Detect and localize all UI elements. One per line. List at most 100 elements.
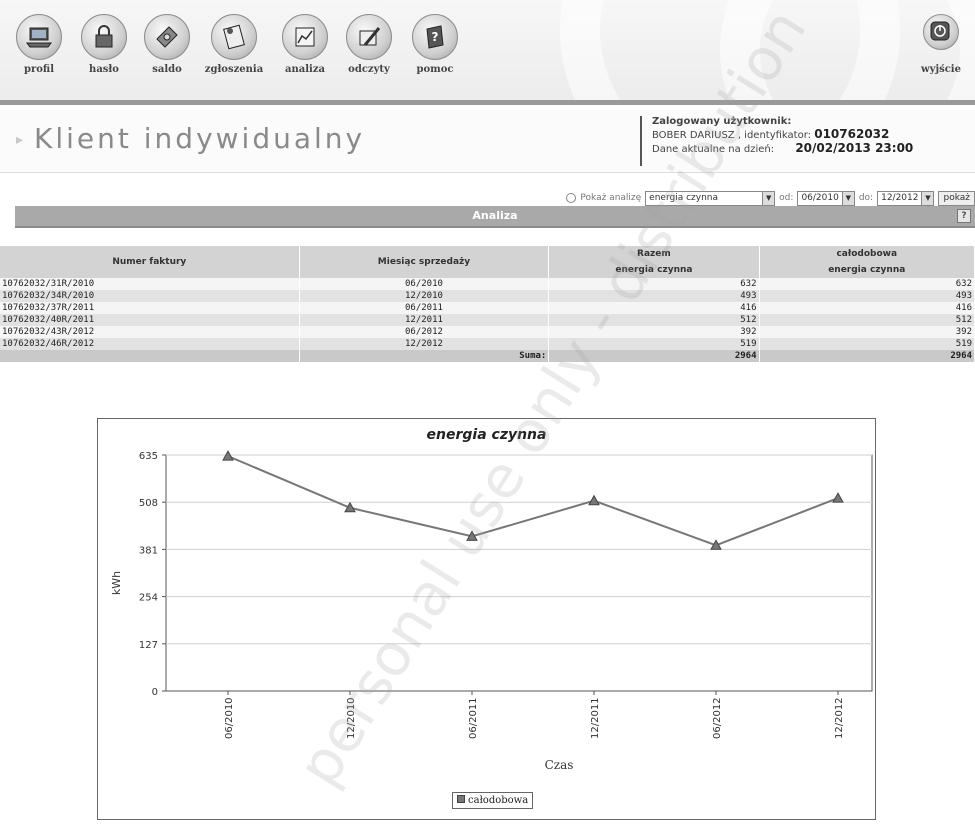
show-button[interactable]: pokaż (938, 190, 975, 206)
from-value: 06/2010 (801, 193, 839, 203)
table-row: 10762032/43R/2012 06/2012 392 392 (0, 326, 975, 338)
to-select[interactable]: 12/2012 ▼ (877, 190, 935, 206)
col-header-calodobowa: całodobowa (759, 246, 975, 262)
y-tick-label: 381 (139, 545, 158, 556)
nav-item-saldo[interactable]: saldo (136, 14, 198, 75)
razem-cell: 512 (548, 314, 760, 326)
nav-item-zgloszenia[interactable]: zgłoszenia (199, 14, 269, 75)
user-label: Zalogowany użytkownik: (652, 116, 792, 127)
help-button[interactable]: ? (957, 209, 971, 223)
section-header: Analiza ? (15, 206, 975, 228)
nav-label: saldo (152, 64, 182, 75)
col-subheader-razem: energia czynna (548, 262, 760, 278)
page-header: ▸ Klient indywidualny Zalogowany użytkow… (0, 110, 975, 173)
col-header-invoice: Numer faktury (0, 246, 300, 278)
y-tick-label: 508 (139, 498, 158, 509)
invoice-table: Numer faktury Miesiąc sprzedaży Razem ca… (0, 246, 975, 362)
money-icon (144, 14, 190, 60)
section-title: Analiza (472, 209, 518, 222)
month-cell: 06/2010 (299, 278, 550, 290)
invoice-cell: 10762032/46R/2012 (0, 338, 300, 350)
x-tick-label: 12/2011 (590, 697, 601, 739)
arrow-right-icon: ▸ (16, 132, 24, 148)
sum-razem: 2964 (548, 350, 760, 362)
page-title: Klient indywidualny (34, 122, 366, 155)
nav-item-odczyty[interactable]: odczyty (338, 14, 400, 75)
calodobowa-cell: 392 (759, 326, 975, 338)
invoice-cell: 10762032/31R/2010 (0, 278, 300, 290)
table-row: 10762032/34R/2010 12/2010 493 493 (0, 290, 975, 302)
plot-area (165, 454, 873, 692)
x-tick-label: 12/2012 (834, 697, 845, 739)
col-subheader-calodobowa: energia czynna (759, 262, 975, 278)
user-info: Zalogowany użytkownik: BOBER DARIUSZ , i… (640, 116, 913, 166)
notes-icon (211, 14, 257, 60)
nav-item-haslo[interactable]: hasło (73, 14, 135, 75)
razem-cell: 493 (548, 290, 760, 302)
calodobowa-cell: 512 (759, 314, 975, 326)
nav-label: zgłoszenia (204, 64, 264, 75)
invoice-cell: 10762032/43R/2012 (0, 326, 300, 338)
calodobowa-cell: 519 (759, 338, 975, 350)
dropdown-arrow-icon: ▼ (762, 191, 775, 205)
y-tick-label: 635 (139, 451, 158, 462)
x-tick-label: 12/2010 (346, 697, 357, 739)
date-label: Dane aktualne na dzień: (652, 144, 775, 155)
nav-label: pomoc (416, 64, 454, 75)
invoice-cell: 10762032/37R/2011 (0, 302, 300, 314)
sum-label: Suma: (299, 350, 550, 362)
razem-cell: 392 (548, 326, 760, 338)
invoice-cell: 10762032/34R/2010 (0, 290, 300, 302)
x-tick-label: 06/2011 (468, 697, 479, 739)
legend-label: całodobowa (468, 795, 529, 806)
razem-cell: 416 (548, 302, 760, 314)
svg-text:?: ? (432, 30, 439, 44)
nav-label: analiza (285, 64, 325, 75)
nav-label: hasło (89, 64, 119, 75)
date-value: 20/02/2013 23:00 (795, 141, 914, 155)
col-header-month: Miesiąc sprzedaży (299, 246, 550, 278)
nav-label: profil (24, 64, 54, 75)
dropdown-arrow-icon: ▼ (921, 191, 934, 205)
user-id: 010762032 (814, 127, 890, 141)
y-tick-label: 127 (139, 640, 158, 651)
pencil-icon (346, 14, 392, 60)
exit-button[interactable]: wyjście (910, 14, 972, 75)
to-value: 12/2012 (881, 193, 919, 203)
x-tick-label: 06/2012 (712, 697, 723, 739)
month-cell: 06/2011 (299, 302, 550, 314)
chart-icon (282, 14, 328, 60)
table-row: 10762032/40R/2011 12/2011 512 512 (0, 314, 975, 326)
nav-item-analiza[interactable]: analiza (274, 14, 336, 75)
show-analysis-radio[interactable] (566, 193, 577, 203)
month-cell: 06/2012 (299, 326, 550, 338)
razem-cell: 519 (548, 338, 760, 350)
sum-calodobowa: 2964 (759, 350, 975, 362)
invoice-cell: 10762032/40R/2011 (0, 314, 300, 326)
energy-type-value: energia czynna (649, 193, 719, 203)
month-cell: 12/2011 (299, 314, 550, 326)
from-select[interactable]: 06/2010 ▼ (797, 190, 855, 206)
chart-plot: 0 127 254 381 508 635 06/2010 12/2010 06/2011 12/… (110, 450, 873, 772)
sum-empty-cell (0, 350, 300, 362)
toolbar-divider (0, 100, 975, 105)
top-toolbar: profil hasło saldo zgłoszenia analiza od… (0, 0, 975, 100)
help-book-icon: ? (412, 14, 458, 60)
energy-chart: energia czynna 0 127 254 381 508 635 06/2010 12… (97, 418, 876, 820)
to-label: do: (858, 193, 874, 203)
energy-type-select[interactable]: energia czynna ▼ (645, 190, 776, 206)
nav-label: odczyty (348, 64, 390, 75)
table-row: 10762032/37R/2011 06/2011 416 416 (0, 302, 975, 314)
exit-label: wyjście (921, 64, 961, 75)
nav-item-pomoc[interactable]: ? pomoc (404, 14, 466, 75)
table-row: 10762032/31R/2010 06/2010 632 632 (0, 278, 975, 290)
y-tick-label: 0 (152, 687, 158, 698)
analysis-filter: Pokaż analizę energia czynna ▼ od: 06/20… (566, 190, 975, 206)
y-tick-label: 254 (139, 593, 158, 604)
x-axis-label: Czas (545, 758, 574, 772)
chart-legend: całodobowa (452, 792, 534, 809)
nav-item-profil[interactable]: profil (8, 14, 70, 75)
sum-row: Suma: 2964 2964 (0, 350, 975, 362)
power-icon (923, 14, 959, 50)
lock-icon (81, 14, 127, 60)
